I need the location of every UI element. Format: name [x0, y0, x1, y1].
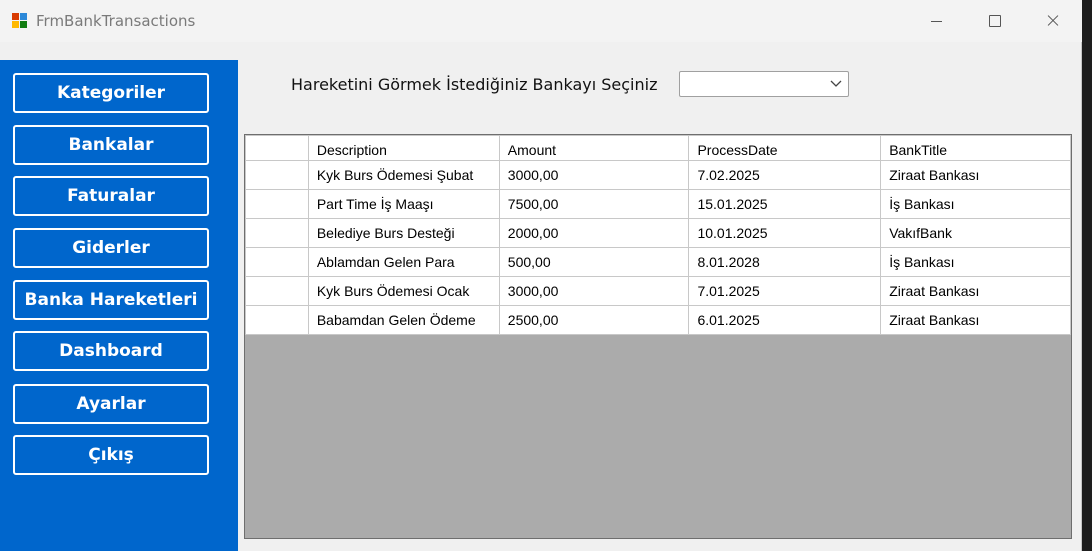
table-row[interactable]: Kyk Burs Ödemesi Şubat 3000,00 7.02.2025… [245, 160, 1071, 190]
minimize-icon[interactable] [908, 0, 966, 42]
title-bar[interactable]: FrmBankTransactions [0, 0, 1082, 42]
row-header[interactable] [245, 276, 309, 306]
cell-amount[interactable]: 3000,00 [498, 160, 690, 190]
cell-amount[interactable]: 500,00 [498, 247, 690, 277]
table-row[interactable]: Ablamdan Gelen Para 500,00 8.01.2028 İş … [245, 247, 1071, 277]
row-header[interactable] [245, 160, 309, 190]
cell-banktitle[interactable]: VakıfBank [880, 218, 1071, 248]
cell-banktitle[interactable]: İş Bankası [880, 247, 1071, 277]
cell-amount[interactable]: 7500,00 [498, 189, 690, 219]
cell-processdate[interactable]: 7.01.2025 [688, 276, 882, 306]
column-header-amount[interactable]: Amount [498, 135, 690, 161]
ayarlar-button[interactable]: Ayarlar [13, 384, 209, 424]
form-window: FrmBankTransactions Kategoriler Bankalar… [0, 0, 1082, 551]
cell-processdate[interactable]: 6.01.2025 [688, 305, 882, 335]
cell-amount[interactable]: 2000,00 [498, 218, 690, 248]
table-row[interactable]: Part Time İş Maaşı 7500,00 15.01.2025 İş… [245, 189, 1071, 219]
app-icon [12, 13, 28, 29]
dashboard-button[interactable]: Dashboard [13, 331, 209, 371]
cell-description[interactable]: Ablamdan Gelen Para [307, 247, 500, 277]
grid-corner-header[interactable] [245, 135, 309, 161]
close-icon[interactable] [1024, 0, 1082, 42]
column-header-banktitle[interactable]: BankTitle [880, 135, 1071, 161]
bank-select-label: Hareketini Görmek İstediğiniz Bankayı Se… [291, 75, 658, 94]
cell-amount[interactable]: 2500,00 [498, 305, 690, 335]
transactions-grid[interactable]: Description Amount ProcessDate BankTitle… [244, 134, 1072, 539]
row-header[interactable] [245, 218, 309, 248]
cell-banktitle[interactable]: Ziraat Bankası [880, 276, 1071, 306]
chevron-down-icon [830, 80, 842, 87]
cell-amount[interactable]: 3000,00 [498, 276, 690, 306]
table-row[interactable]: Belediye Burs Desteği 2000,00 10.01.2025… [245, 218, 1071, 248]
cell-processdate[interactable]: 10.01.2025 [688, 218, 882, 248]
column-header-processdate[interactable]: ProcessDate [688, 135, 882, 161]
column-header-description[interactable]: Description [307, 135, 500, 161]
cikis-button[interactable]: Çıkış [13, 435, 209, 475]
cell-processdate[interactable]: 15.01.2025 [688, 189, 882, 219]
row-header[interactable] [245, 247, 309, 277]
row-header[interactable] [245, 305, 309, 335]
grid-header-row: Description Amount ProcessDate BankTitle [245, 135, 1071, 161]
cell-description[interactable]: Part Time İş Maaşı [307, 189, 500, 219]
cell-banktitle[interactable]: İş Bankası [880, 189, 1071, 219]
cell-banktitle[interactable]: Ziraat Bankası [880, 160, 1071, 190]
table-row[interactable]: Kyk Burs Ödemesi Ocak 3000,00 7.01.2025 … [245, 276, 1071, 306]
banka-hareketleri-button[interactable]: Banka Hareketleri [13, 280, 209, 320]
giderler-button[interactable]: Giderler [13, 228, 209, 268]
maximize-icon[interactable] [966, 0, 1024, 42]
cell-processdate[interactable]: 8.01.2028 [688, 247, 882, 277]
faturalar-button[interactable]: Faturalar [13, 176, 209, 216]
cell-description[interactable]: Babamdan Gelen Ödeme [307, 305, 500, 335]
sidebar: Kategoriler Bankalar Faturalar Giderler … [0, 60, 238, 551]
cell-description[interactable]: Kyk Burs Ödemesi Şubat [307, 160, 500, 190]
kategoriler-button[interactable]: Kategoriler [13, 73, 209, 113]
cell-processdate[interactable]: 7.02.2025 [688, 160, 882, 190]
bank-select-dropdown[interactable] [679, 71, 849, 97]
cell-banktitle[interactable]: Ziraat Bankası [880, 305, 1071, 335]
cell-description[interactable]: Belediye Burs Desteği [307, 218, 500, 248]
window-title: FrmBankTransactions [36, 12, 196, 30]
bankalar-button[interactable]: Bankalar [13, 125, 209, 165]
cell-description[interactable]: Kyk Burs Ödemesi Ocak [307, 276, 500, 306]
row-header[interactable] [245, 189, 309, 219]
table-row[interactable]: Babamdan Gelen Ödeme 2500,00 6.01.2025 Z… [245, 305, 1071, 335]
